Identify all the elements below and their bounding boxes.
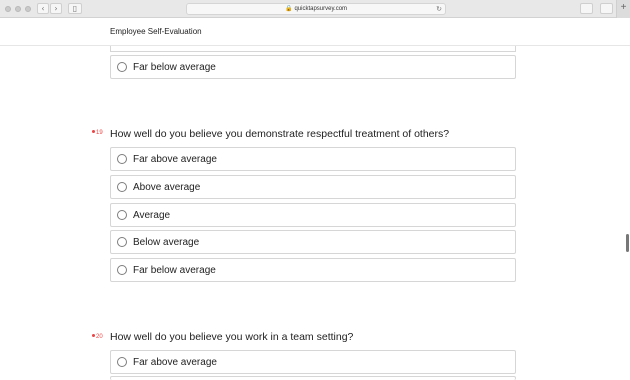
question-text: How well do you believe you work in a te… (110, 331, 354, 343)
share-icon[interactable] (580, 3, 593, 14)
option-label: Average (133, 210, 171, 221)
survey-title: Employee Self-Evaluation (110, 27, 202, 36)
survey-header: Employee Self-Evaluation (0, 18, 630, 46)
url-text: quicktapsurvey.com (294, 6, 348, 12)
option-below-average[interactable]: Below average (110, 230, 516, 254)
new-tab-icon[interactable]: + (616, 0, 630, 18)
radio-button[interactable] (117, 154, 127, 164)
radio-button[interactable] (117, 357, 127, 367)
tabs-icon[interactable] (600, 3, 613, 14)
back-icon[interactable]: ‹ (37, 3, 49, 14)
radio-button[interactable] (117, 182, 127, 192)
option-far-below-average[interactable]: Far below average (110, 55, 516, 79)
radio-button[interactable] (117, 237, 127, 247)
option-far-above-average[interactable]: Far above average (110, 350, 516, 374)
browser-toolbar: ‹ › ▯ 🔒 quicktapsurvey.com ↻ + (0, 0, 630, 18)
zoom-window-icon[interactable] (25, 6, 31, 12)
option-far-above-average[interactable]: Far above average (110, 147, 516, 171)
option-partial[interactable] (110, 46, 516, 52)
option-label: Far below average (133, 62, 216, 73)
radio-button[interactable] (117, 265, 127, 275)
minimize-window-icon[interactable] (15, 6, 21, 12)
lock-icon: 🔒 (284, 6, 293, 12)
forward-icon[interactable]: › (50, 3, 62, 14)
sidebar-icon[interactable]: ▯ (68, 3, 82, 14)
question-number: 19 (92, 130, 103, 136)
option-far-below-average[interactable]: Far below average (110, 258, 516, 282)
question-number: 20 (92, 334, 103, 340)
option-label: Above average (133, 182, 201, 193)
required-dot-icon (92, 334, 95, 337)
radio-button[interactable] (117, 62, 127, 72)
option-above-average[interactable]: Above average (110, 175, 516, 199)
option-label: Below average (133, 237, 200, 248)
required-dot-icon (92, 130, 95, 133)
option-average[interactable]: Average (110, 203, 516, 227)
radio-button[interactable] (117, 210, 127, 220)
question-text: How well do you believe you demonstrate … (110, 128, 450, 140)
reload-icon[interactable]: ↻ (436, 4, 442, 14)
option-label: Far below average (133, 265, 216, 276)
scrollbar-thumb[interactable] (626, 234, 629, 252)
option-label: Far above average (133, 154, 217, 165)
close-window-icon[interactable] (5, 6, 11, 12)
option-label: Far above average (133, 357, 217, 368)
option-partial[interactable] (110, 376, 516, 380)
address-bar[interactable]: 🔒 quicktapsurvey.com ↻ (186, 3, 446, 15)
